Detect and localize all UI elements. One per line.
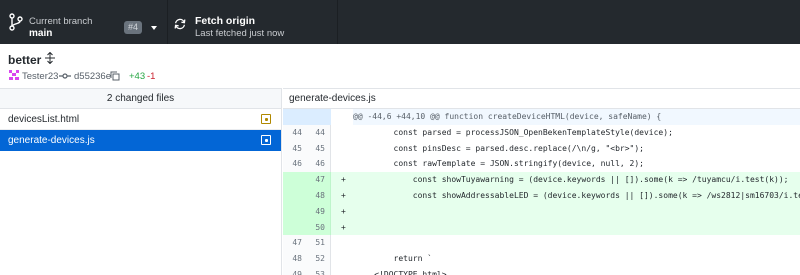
identicon-avatar [9, 70, 19, 80]
copy-icon[interactable] [110, 71, 120, 81]
app-toolbar: Current branch main #4 Fetch origin Last… [0, 0, 800, 44]
fetch-origin-button[interactable]: Fetch origin Last fetched just now [168, 0, 338, 44]
old-line-number: 44 [283, 124, 307, 141]
file-name: devicesList.html [8, 114, 80, 125]
diff-marker: + [341, 175, 346, 185]
code-line: const showTuyawarning = (device.keywords… [355, 175, 789, 185]
new-line-number: 49 [307, 203, 331, 220]
new-line-number: 52 [307, 251, 331, 267]
diff-file-header: generate-devices.js [283, 88, 800, 109]
file-item-generate-devices[interactable]: generate-devices.js [0, 130, 281, 151]
new-line-number: 48 [307, 187, 331, 204]
new-line-number: 46 [307, 156, 331, 173]
diff-line-added: 48 + const showAddressableLED = (device.… [283, 187, 800, 204]
old-line-number [283, 219, 307, 236]
lines-removed: -1 [147, 71, 156, 82]
diff-panel: generate-devices.js @@ -44,6 +44,10 @@ f… [283, 88, 800, 275]
hunk-header-row: @@ -44,6 +44,10 @@ function createDevice… [283, 109, 800, 136]
old-line-number: 46 [283, 156, 307, 173]
changed-files-header: 2 changed files [0, 88, 281, 109]
expand-up-icon[interactable] [283, 109, 331, 136]
code-line: const parsed = processJSON_OpenBekenTemp… [355, 127, 673, 137]
file-name: generate-devices.js [8, 135, 95, 146]
diff-line-added: 49 + [283, 203, 800, 220]
fetch-title: Fetch origin [195, 15, 256, 27]
hunk-header: @@ -44,6 +44,10 @@ function createDevice… [353, 109, 800, 125]
old-line-number: 48 [283, 251, 307, 267]
old-line-number [283, 172, 307, 188]
code-line: const pinsDesc = parsed.desc.replace(/\n… [355, 143, 644, 153]
diff-line-added: 50 + [283, 219, 800, 236]
diff-modified-icon [261, 114, 271, 124]
old-line-number: 47 [283, 235, 307, 252]
diff-line: 47 51 [283, 235, 800, 252]
old-line-number: 49 [283, 266, 307, 275]
new-line-number: 47 [307, 172, 331, 188]
new-line-number: 45 [307, 140, 331, 157]
code-line: <!DOCTYPE html> [355, 269, 447, 275]
sync-icon [174, 18, 186, 30]
fetch-subtitle: Last fetched just now [195, 28, 285, 39]
file-item-devicesList[interactable]: devicesList.html [0, 109, 281, 130]
diff-line-added: 47 + const showTuyawarning = (device.key… [283, 172, 800, 188]
diff-line: 45 45 const pinsDesc = parsed.desc.repla… [283, 140, 800, 157]
lines-added: +43 [129, 71, 146, 82]
diff-line: 48 52 return ` [283, 251, 800, 267]
current-branch-button[interactable]: Current branch main #4 [0, 0, 168, 44]
changed-files-panel: 2 changed files devicesList.html generat… [0, 88, 282, 275]
commit-title: better [8, 53, 42, 67]
new-line-number: 53 [307, 266, 331, 275]
code-line: const showAddressableLED = (device.keywo… [355, 190, 800, 200]
diff-line: 46 46 const rawTemplate = JSON.stringify… [283, 156, 800, 173]
commit-sha: d55236e [74, 71, 111, 82]
commit-summary: better Tester23 d55236e +43 -1 [0, 44, 800, 88]
branch-caption: Current branch [29, 16, 93, 27]
unfold-icon[interactable] [44, 52, 56, 64]
pull-request-badge: #4 [124, 21, 143, 34]
old-line-number [283, 187, 307, 204]
new-line-number: 50 [307, 219, 331, 236]
diff-view: @@ -44,6 +44,10 @@ function createDevice… [283, 109, 800, 275]
diff-marker: + [341, 206, 346, 216]
diff-marker: + [341, 190, 346, 200]
diff-line: 49 53 <!DOCTYPE html> [283, 266, 800, 275]
git-commit-icon [59, 73, 71, 79]
diff-modified-icon [261, 135, 271, 145]
branch-name: main [29, 28, 53, 39]
diff-line: 44 44 const parsed = processJSON_OpenBek… [283, 124, 800, 141]
git-branch-icon [9, 13, 23, 31]
commit-author: Tester23 [22, 71, 59, 82]
new-line-number: 44 [307, 124, 331, 141]
code-line: const rawTemplate = JSON.stringify(devic… [355, 159, 644, 169]
old-line-number: 45 [283, 140, 307, 157]
code-line: return ` [355, 254, 433, 264]
chevron-down-icon [151, 26, 157, 30]
old-line-number [283, 203, 307, 220]
new-line-number: 51 [307, 235, 331, 252]
diff-marker: + [341, 222, 346, 232]
